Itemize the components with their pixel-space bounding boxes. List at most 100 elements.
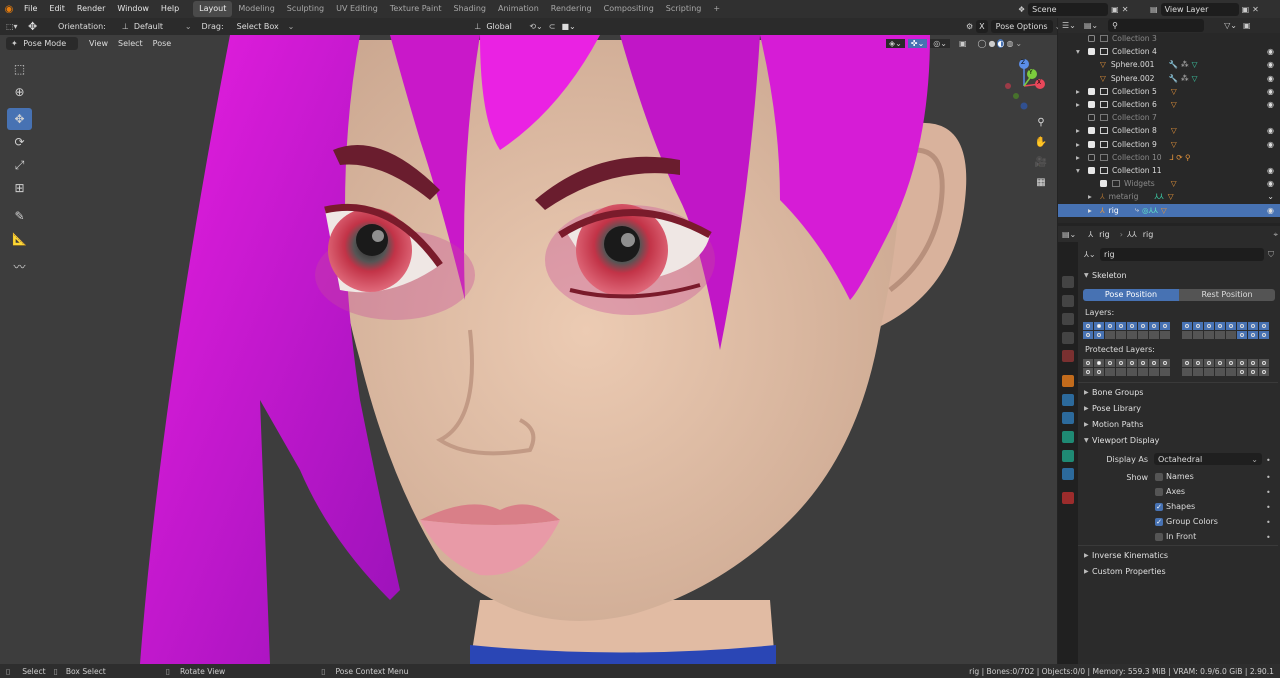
snap-icon[interactable]: ⊂: [549, 22, 556, 31]
workspace-tab-rendering[interactable]: Rendering: [545, 1, 598, 17]
menu-help[interactable]: Help: [155, 0, 185, 18]
select-box-tool-icon[interactable]: ⬚: [7, 58, 32, 80]
keyframe-dot-icon[interactable]: •: [1266, 503, 1271, 512]
show-names-option[interactable]: Names: [1155, 472, 1194, 481]
protected-layer-button[interactable]: [1105, 359, 1116, 368]
protected-layer-button[interactable]: [1259, 368, 1270, 377]
workspace-tab-uv-editing[interactable]: UV Editing: [330, 1, 384, 17]
bone-constraint-tab-icon[interactable]: [1062, 468, 1074, 480]
keyframe-dot-icon[interactable]: •: [1266, 456, 1271, 465]
solid-shading-icon[interactable]: ●: [988, 39, 995, 48]
eye-icon[interactable]: ◉: [1267, 74, 1274, 83]
protected-layer-button[interactable]: [1226, 359, 1237, 368]
protected-layer-button[interactable]: [1204, 359, 1215, 368]
fake-user-shield-icon[interactable]: ⛉: [1268, 250, 1274, 260]
eye-icon[interactable]: ◉: [1267, 140, 1274, 149]
chevron-right-icon[interactable]: ▸: [1076, 100, 1088, 109]
bone-tab-icon[interactable]: [1062, 450, 1074, 462]
layer-button[interactable]: [1204, 322, 1215, 331]
protected-layer-button[interactable]: [1193, 359, 1204, 368]
copy-icon[interactable]: ▣: [1242, 5, 1250, 14]
show-in-front-option[interactable]: In Front: [1155, 532, 1196, 541]
show-axes-option[interactable]: Axes: [1155, 487, 1185, 496]
checkbox-icon[interactable]: [1088, 167, 1095, 175]
pose-options-dropdown[interactable]: Pose Options: [990, 20, 1053, 33]
chevron-right-icon[interactable]: ▸: [1076, 153, 1088, 162]
menu-window[interactable]: Window: [111, 0, 155, 18]
workspace-tab-texture-paint[interactable]: Texture Paint: [384, 1, 448, 17]
rotate-tool-icon[interactable]: ⟳: [7, 131, 32, 153]
workspace-tab-shading[interactable]: Shading: [447, 1, 492, 17]
grid-ortho-icon[interactable]: ▦: [1033, 174, 1049, 190]
layer-button[interactable]: [1105, 331, 1116, 340]
outliner-row[interactable]: Collection 7: [1058, 111, 1280, 124]
outliner-row-selected[interactable]: ▸ ⅄ rig ⤷ ◎⅄⅄ ▽ ◉: [1058, 203, 1280, 217]
protected-layer-button[interactable]: [1248, 368, 1259, 377]
protected-layer-button[interactable]: [1083, 368, 1094, 377]
checkbox-icon[interactable]: [1088, 127, 1095, 135]
layer-button[interactable]: [1127, 322, 1138, 331]
layer-button[interactable]: [1149, 322, 1160, 331]
display-as-dropdown[interactable]: Octahedral ⌄: [1154, 453, 1262, 465]
layer-button[interactable]: [1248, 331, 1259, 340]
protected-layer-button[interactable]: [1237, 368, 1248, 377]
layer-button[interactable]: [1193, 331, 1204, 340]
protected-layer-button[interactable]: [1138, 359, 1149, 368]
protected-layer-button[interactable]: [1138, 368, 1149, 377]
outliner-row[interactable]: ▸ Collection 10 ⅃ ⟳ ⚲: [1058, 151, 1280, 164]
transform-tool-icon[interactable]: ⊞: [7, 177, 32, 199]
copy-icon[interactable]: ▣: [1111, 5, 1119, 14]
chevron-right-icon[interactable]: ▸: [1088, 206, 1100, 215]
checkmark-icon[interactable]: ✓: [1155, 517, 1163, 526]
protected-layer-button[interactable]: [1193, 368, 1204, 377]
armature-data-field[interactable]: ⅄⌄ rig ⛉: [1084, 248, 1274, 261]
layer-button[interactable]: [1094, 331, 1105, 340]
protected-layer-button[interactable]: [1237, 359, 1248, 368]
layer-button[interactable]: [1105, 322, 1116, 331]
menu-edit[interactable]: Edit: [43, 0, 71, 18]
editor-type-icon[interactable]: ⬚▾: [6, 22, 28, 31]
layer-button[interactable]: [1149, 331, 1160, 340]
layer-button[interactable]: [1226, 322, 1237, 331]
layer-button[interactable]: [1259, 331, 1270, 340]
chevron-right-icon[interactable]: ▸: [1076, 140, 1088, 149]
wireframe-shading-icon[interactable]: ◯: [978, 39, 987, 48]
viewport-menu-select[interactable]: Select: [113, 37, 148, 50]
eye-icon[interactable]: ◉: [1267, 100, 1274, 109]
checkbox-icon[interactable]: [1155, 532, 1163, 541]
protected-layer-button[interactable]: [1094, 359, 1105, 368]
protected-layer-button[interactable]: [1094, 368, 1105, 377]
editor-type-icon[interactable]: ▤⌄: [1062, 230, 1076, 239]
protected-layer-button[interactable]: [1182, 368, 1193, 377]
blender-logo-icon[interactable]: ◉: [0, 4, 18, 15]
view-layer-tab-icon[interactable]: [1062, 332, 1074, 344]
measure-tool-icon[interactable]: 📐: [7, 228, 32, 250]
layer-button[interactable]: [1204, 331, 1215, 340]
data-name-input[interactable]: rig: [1100, 248, 1264, 261]
protected-layer-button[interactable]: [1215, 368, 1226, 377]
layer-button[interactable]: [1116, 322, 1127, 331]
workspace-tab-animation[interactable]: Animation: [492, 1, 545, 17]
checkbox-icon[interactable]: [1155, 487, 1163, 496]
3d-viewport[interactable]: [0, 35, 1057, 664]
pose-library-section[interactable]: ▶ Pose Library: [1078, 400, 1278, 416]
checkbox-icon[interactable]: [1088, 140, 1095, 148]
outliner-row[interactable]: ▾ Collection 4 ◉: [1058, 45, 1280, 58]
protected-layer-button[interactable]: [1083, 359, 1094, 368]
protected-layer-button[interactable]: [1226, 368, 1237, 377]
overlay-icon[interactable]: ◎⌄: [930, 39, 950, 48]
chevron-down-icon[interactable]: ⌄: [1015, 39, 1022, 48]
mode-dropdown[interactable]: ✦ Pose Mode: [6, 37, 78, 50]
keyframe-dot-icon[interactable]: •: [1266, 533, 1271, 542]
eye-icon[interactable]: ◉: [1267, 47, 1274, 56]
keyframe-dot-icon[interactable]: •: [1266, 473, 1271, 482]
outliner-row[interactable]: ▾ Collection 11 ◉: [1058, 164, 1280, 177]
viewport-display-section[interactable]: ▼ Viewport Display: [1078, 432, 1278, 448]
layer-button[interactable]: [1226, 331, 1237, 340]
custom-properties-section[interactable]: ▶ Custom Properties: [1078, 563, 1278, 579]
outliner-row[interactable]: ▽ Sphere.002 🔧 ⁂ ▽ ◉: [1058, 72, 1280, 85]
chevron-right-icon[interactable]: ▸: [1088, 192, 1100, 201]
layer-button[interactable]: [1127, 331, 1138, 340]
pose-position-button[interactable]: Pose Position: [1083, 289, 1179, 301]
chevron-right-icon[interactable]: ▸: [1076, 87, 1088, 96]
